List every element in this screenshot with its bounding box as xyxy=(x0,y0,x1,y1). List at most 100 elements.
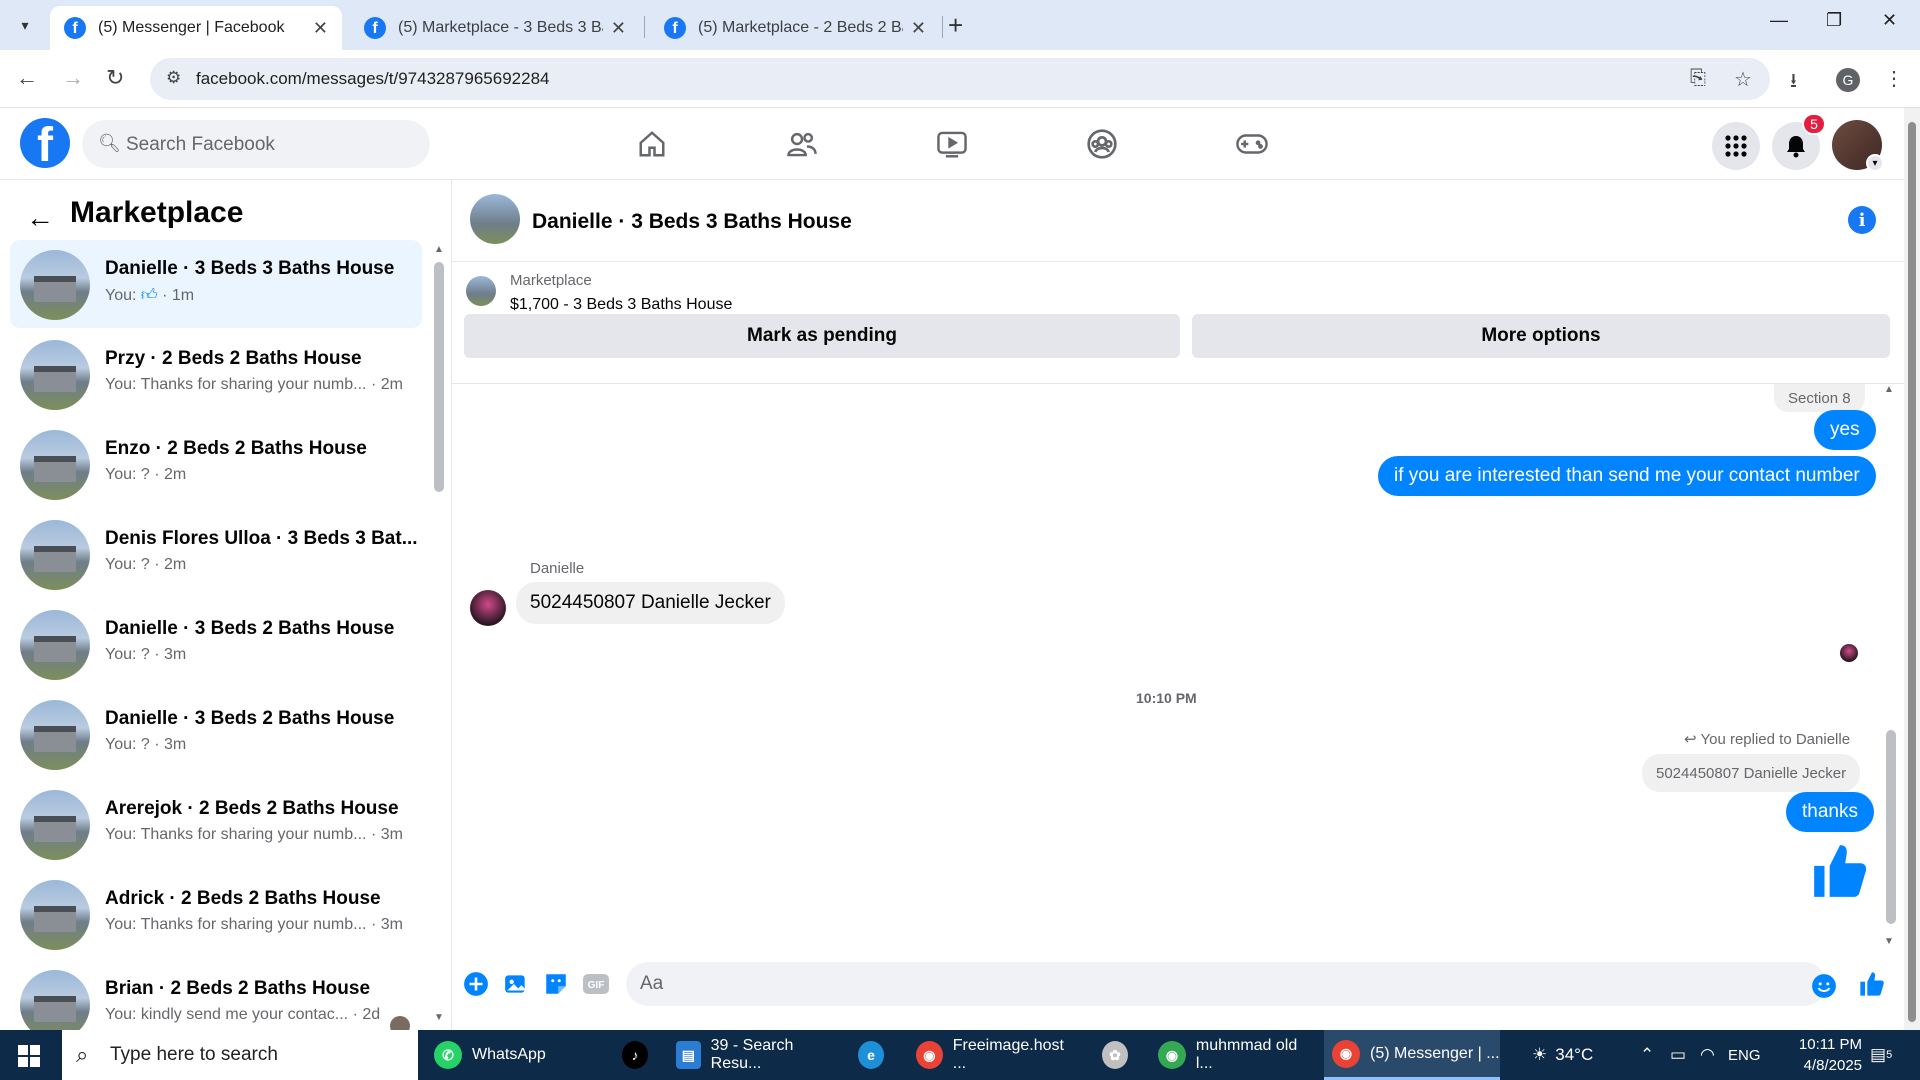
back-button[interactable]: ← xyxy=(16,65,38,91)
listing-thumbnail xyxy=(20,340,90,410)
download-icon[interactable]: ⭳ xyxy=(1790,66,1797,100)
forward-button[interactable]: → xyxy=(62,65,84,91)
taskbar-edge[interactable]: e xyxy=(850,1030,894,1080)
tab-marketplace-3beds[interactable]: f (5) Marketplace - 3 Beds 3 Bath ✕ xyxy=(350,6,640,50)
reload-button[interactable]: ↻ xyxy=(106,65,124,91)
wifi-icon[interactable]: ◠ xyxy=(1700,1030,1715,1080)
scroll-up-arrow[interactable]: ▲ xyxy=(1884,384,1894,395)
add-icon[interactable] xyxy=(462,970,490,998)
emoji-icon[interactable] xyxy=(1810,972,1838,1000)
mark-as-pending-button[interactable]: Mark as pending xyxy=(464,314,1180,358)
conversation-item[interactable]: Adrick · 2 Beds 2 Baths House You: Thank… xyxy=(10,870,422,958)
friends-nav-icon[interactable] xyxy=(782,126,822,162)
taskbar-whatsapp[interactable]: ✆ WhatsApp xyxy=(426,1030,570,1080)
site-settings-icon[interactable]: ⚙ xyxy=(166,68,181,88)
info-icon[interactable]: i xyxy=(1848,206,1876,234)
language-indicator[interactable]: ENG xyxy=(1728,1030,1761,1080)
windows-start-icon[interactable] xyxy=(18,1045,40,1067)
sticker-icon[interactable] xyxy=(542,970,570,998)
taskbar-freeimage[interactable]: ◉ Freeimage.host ... xyxy=(908,1030,1076,1080)
conversation-item[interactable]: Denis Flores Ulloa · 3 Beds 3 Bat... You… xyxy=(10,510,422,598)
chat-title[interactable]: Danielle · 3 Beds 3 Baths House xyxy=(532,210,852,234)
taskbar-search[interactable]: ⌕ Type here to search xyxy=(62,1030,418,1080)
omnibox[interactable]: ⚙ facebook.com/messages/t/97432879656922… xyxy=(150,58,1770,100)
tab-messenger[interactable]: f (5) Messenger | Facebook ✕ xyxy=(50,6,342,50)
scroll-down-arrow[interactable]: ▼ xyxy=(1884,936,1894,947)
taskbar-clock[interactable]: 10:11 PM 4/8/2025 xyxy=(1772,1034,1862,1076)
taskbar-messenger[interactable]: ◉ (5) Messenger | ... xyxy=(1324,1030,1500,1080)
tab-search-button[interactable]: ▾ xyxy=(8,10,42,40)
restore-button[interactable]: ❐ xyxy=(1826,10,1842,31)
menu-grid-button[interactable] xyxy=(1712,122,1760,170)
taskbar-app[interactable]: ✿ xyxy=(1094,1030,1138,1080)
listing-banner: Marketplace $1,700 - 3 Beds 3 Baths Hous… xyxy=(452,262,1904,384)
sidebar-scrollbar[interactable] xyxy=(434,262,444,492)
message-bubble-incoming[interactable]: 5024450807 Danielle Jecker xyxy=(516,582,785,624)
chrome-menu-icon[interactable]: ⋮ xyxy=(1884,66,1904,91)
tab-separator xyxy=(942,16,943,38)
bookmark-star-icon[interactable]: ☆ xyxy=(1734,67,1752,92)
message-timestamp: 10:10 PM xyxy=(1136,690,1197,706)
listing-thumbnail xyxy=(20,610,90,680)
listing-thumbnail xyxy=(20,880,90,950)
conversation-item[interactable]: Przy · 2 Beds 2 Baths House You: Thanks … xyxy=(10,330,422,418)
account-avatar[interactable]: ▾ xyxy=(1832,120,1884,172)
message-bubble-outgoing[interactable]: thanks xyxy=(1786,792,1874,832)
conversation-item[interactable]: Brian · 2 Beds 2 Baths House You: kindly… xyxy=(10,960,422,1030)
video-nav-icon[interactable] xyxy=(932,126,972,162)
back-arrow-icon[interactable]: ← xyxy=(26,202,54,234)
listing-price[interactable]: $1,700 - 3 Beds 3 Baths House xyxy=(510,296,732,314)
listing-thumbnail[interactable] xyxy=(466,276,496,306)
sender-avatar[interactable] xyxy=(470,590,506,626)
minimize-button[interactable]: — xyxy=(1770,10,1788,31)
conversation-item[interactable]: Danielle · 3 Beds 2 Baths House You: ? ·… xyxy=(10,600,422,688)
message-bubble-quoted[interactable]: 5024450807 Danielle Jecker xyxy=(1642,754,1861,792)
message-input[interactable] xyxy=(626,962,1826,1006)
photo-icon[interactable] xyxy=(502,970,530,998)
url-text[interactable]: facebook.com/messages/t/9743287965692284 xyxy=(196,69,549,89)
message-bubble-outgoing[interactable]: yes xyxy=(1814,410,1876,450)
scroll-up-arrow[interactable]: ▲ xyxy=(434,244,444,255)
notifications-center-icon[interactable]: ▤ 5 xyxy=(1870,1030,1892,1080)
chat-panel: Danielle · 3 Beds 3 Baths House i Market… xyxy=(452,180,1904,1030)
window-close-button[interactable]: ✕ xyxy=(1882,10,1897,31)
send-like-icon[interactable] xyxy=(1858,970,1886,998)
message-bubble-outgoing[interactable]: if you are interested than send me your … xyxy=(1378,456,1876,496)
listing-label: Marketplace xyxy=(510,272,592,289)
page-scrollbar[interactable] xyxy=(1904,108,1920,1030)
conversation-item[interactable]: Enzo · 2 Beds 2 Baths House You: ? · 2m xyxy=(10,420,422,508)
close-icon[interactable]: ✕ xyxy=(313,18,328,39)
taskbar-muhmmad[interactable]: ◉ muhmmad old l... xyxy=(1150,1030,1318,1080)
chat-listing-thumbnail[interactable] xyxy=(470,194,520,244)
groups-nav-icon[interactable] xyxy=(1082,126,1122,162)
conversation-preview: You: ? · 2m xyxy=(105,466,187,483)
close-icon[interactable]: ✕ xyxy=(911,18,926,39)
reply-indicator: ↩ You replied to Danielle xyxy=(1684,731,1851,748)
like-icon[interactable] xyxy=(1808,840,1872,907)
chat-scrollbar[interactable] xyxy=(1886,730,1896,924)
tab-marketplace-2beds[interactable]: f (5) Marketplace - 2 Beds 2 Bath ✕ xyxy=(650,6,940,50)
facebook-logo[interactable]: f xyxy=(20,118,70,168)
close-icon[interactable]: ✕ xyxy=(611,18,626,39)
weather-widget[interactable]: ☀ 34°C xyxy=(1532,1030,1593,1080)
facebook-search[interactable]: 🔍︎ Search Facebook xyxy=(82,120,430,168)
new-tab-button[interactable]: + xyxy=(948,10,963,41)
taskbar-tiktok[interactable]: ♪ xyxy=(614,1030,658,1080)
gif-icon[interactable]: GIF xyxy=(582,970,610,998)
scroll-down-arrow[interactable]: ▼ xyxy=(434,1012,444,1023)
tray-chevron-up-icon[interactable]: ⌃ xyxy=(1640,1030,1654,1080)
battery-icon[interactable]: ▭ xyxy=(1670,1030,1686,1080)
gaming-nav-icon[interactable] xyxy=(1232,126,1272,162)
conversation-item[interactable]: Arerejok · 2 Beds 2 Baths House You: Tha… xyxy=(10,780,422,868)
browser-tab-bar: ▾ f (5) Messenger | Facebook ✕ f (5) Mar… xyxy=(0,0,1920,50)
install-app-icon[interactable]: ⎘ xyxy=(1690,67,1706,90)
home-nav-icon[interactable] xyxy=(632,126,672,162)
more-options-button[interactable]: More options xyxy=(1192,314,1890,358)
conversation-preview: You: ? · 2m xyxy=(105,556,187,573)
conversation-preview: You: Thanks for sharing your numb... · 2… xyxy=(105,376,403,393)
conversation-item[interactable]: Danielle · 3 Beds 3 Baths House You: 👍︎ … xyxy=(10,240,422,328)
conversation-item[interactable]: Danielle · 3 Beds 2 Baths House You: ? ·… xyxy=(10,690,422,778)
taskbar-search-results[interactable]: ▤ 39 - Search Resu... xyxy=(668,1030,832,1080)
tab-title: (5) Marketplace - 3 Beds 3 Bath xyxy=(398,19,603,36)
chrome-profile-avatar[interactable]: G xyxy=(1836,68,1860,92)
